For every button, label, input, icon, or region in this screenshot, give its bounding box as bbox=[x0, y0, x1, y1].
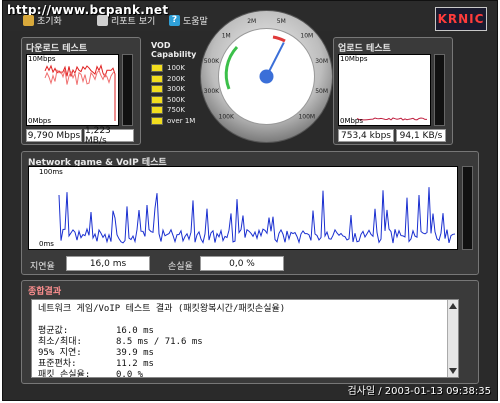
gauge-scale-label: 5M bbox=[277, 18, 286, 25]
reset-button-label: 초기화 bbox=[37, 16, 62, 27]
latency-level-bar bbox=[462, 166, 473, 250]
vod-led-icon bbox=[151, 95, 163, 104]
speed-gauge-svg: 100K 300K 500K 1M 2M 5M 10M 30M 50M 100M bbox=[200, 10, 333, 143]
download-speed-bytes: 1,223 MB/s bbox=[84, 126, 134, 146]
loss-label: 손실율 bbox=[168, 262, 193, 272]
krnic-logo-text: KRNIC bbox=[437, 12, 485, 26]
results-row-label: 95% 지연: bbox=[38, 348, 82, 358]
vod-led-icon bbox=[151, 64, 163, 73]
latency-ymax: 100ms bbox=[39, 168, 63, 176]
scroll-up-arrow-icon[interactable] bbox=[449, 303, 457, 309]
results-row-label: 평균값: bbox=[38, 326, 69, 336]
results-row: 패킷 손실율: 0.0 % bbox=[38, 370, 285, 378]
upload-line bbox=[356, 117, 427, 121]
results-row-value: 16.0 ms bbox=[116, 326, 154, 336]
download-ymax: 10Mbps bbox=[28, 55, 56, 63]
results-row-value: 39.9 ms bbox=[116, 348, 154, 358]
report-button[interactable]: 리포트 보기 bbox=[97, 13, 155, 27]
results-row-label: 패킷 손실율: bbox=[38, 370, 91, 378]
download-title: 다운로드 테스트 bbox=[26, 44, 88, 54]
vod-led-icon bbox=[151, 74, 163, 83]
gauge-scale-label: 500K bbox=[204, 58, 220, 65]
upload-speed-bytes: 94,1 KB/s bbox=[396, 129, 446, 142]
report-button-label: 리포트 보기 bbox=[111, 16, 156, 27]
vod-level-label: 500K bbox=[167, 95, 185, 104]
results-textbox[interactable]: 네트워크 게임/VoIP 테스트 결과 (패킷왕복시간/패킷손실율) 평균값: 1… bbox=[31, 299, 459, 378]
vod-led-icon bbox=[151, 85, 163, 94]
upload-ymin: 0Mbps bbox=[340, 117, 364, 125]
gauge-scale-label: 50M bbox=[315, 88, 328, 95]
download-level-bar bbox=[122, 54, 133, 126]
download-panel: 다운로드 테스트 10Mbps 0Mbps 9,790 Mbps 1,223 M… bbox=[21, 37, 141, 146]
reset-button[interactable]: 초기화 bbox=[23, 13, 62, 27]
vod-level-label: over 1M bbox=[167, 116, 196, 125]
krnic-logo: KRNIC bbox=[435, 7, 487, 31]
latency-line bbox=[58, 187, 456, 244]
gauge-scale-label: 10M bbox=[300, 33, 313, 40]
results-row-value: 11.2 ms bbox=[116, 359, 154, 369]
latency-value: 16,0 ms bbox=[66, 256, 150, 271]
upload-graph: 10Mbps 0Mbps bbox=[338, 54, 431, 126]
gauge-scale-label: 30M bbox=[315, 58, 328, 65]
results-row: 최소/최대: 8.5 ms / 71.6 ms bbox=[38, 337, 285, 348]
results-row: 표준편차: 11.2 ms bbox=[38, 359, 285, 370]
speedtest-window: http://www.bcpank.net 초기화 리포트 보기 ? 도움말 K… bbox=[2, 0, 498, 401]
netgame-panel: Network game & VoIP 테스트 100ms 0ms 지연율 16… bbox=[21, 151, 479, 275]
upload-graph-svg bbox=[356, 117, 427, 121]
latency-label: 지연율 bbox=[30, 262, 55, 272]
upload-title: 업로드 테스트 bbox=[338, 44, 391, 54]
results-scrollbar[interactable] bbox=[447, 300, 458, 377]
loss-value: 0,0 % bbox=[200, 256, 284, 271]
results-row-value: 0.0 % bbox=[116, 370, 144, 378]
results-header: 네트워크 게임/VoIP 테스트 결과 (패킷왕복시간/패킷손실율) bbox=[38, 304, 286, 314]
vod-led-icon bbox=[151, 116, 163, 125]
gauge-scale-label: 100M bbox=[298, 113, 315, 120]
gauge-scale-label: 1M bbox=[222, 33, 231, 40]
upload-level-bar bbox=[434, 54, 445, 126]
results-row: 평균값: 16.0 ms bbox=[38, 326, 285, 337]
results-row: 95% 지연: 39.9 ms bbox=[38, 348, 285, 359]
scroll-down-arrow-icon[interactable] bbox=[449, 368, 457, 374]
latency-graph-svg bbox=[58, 187, 456, 244]
upload-ymax: 10Mbps bbox=[340, 55, 368, 63]
upload-panel: 업로드 테스트 10Mbps 0Mbps 753,4 kbps 94,1 KB/… bbox=[333, 37, 453, 145]
results-row-value: 8.5 ms / 71.6 ms bbox=[116, 337, 203, 347]
gauge-hub bbox=[259, 69, 274, 84]
gauge-scale-label: 100K bbox=[219, 113, 235, 120]
results-title: 종합결과 bbox=[28, 287, 62, 297]
upload-speed-bits: 753,4 kbps bbox=[338, 129, 394, 142]
vod-level-label: 100K bbox=[167, 64, 185, 73]
reset-icon bbox=[23, 14, 34, 26]
report-icon bbox=[97, 14, 108, 26]
latency-ymin: 0ms bbox=[39, 240, 54, 248]
vod-level-label: 300K bbox=[167, 85, 185, 94]
vod-level-label: 200K bbox=[167, 74, 185, 83]
gauge-scale-label: 300K bbox=[204, 88, 220, 95]
latency-graph: 100ms 0ms bbox=[28, 166, 458, 250]
results-row-label: 최소/최대: bbox=[38, 337, 82, 347]
vod-led-icon bbox=[151, 106, 163, 115]
download-ymin: 0Mbps bbox=[28, 117, 52, 125]
help-icon: ? bbox=[169, 14, 180, 26]
download-graph: 10Mbps 0Mbps bbox=[26, 54, 119, 126]
download-speed-bits: 9,790 Mbps bbox=[26, 129, 82, 142]
download-graph-svg bbox=[44, 64, 116, 121]
gauge-scale-label: 2M bbox=[247, 18, 256, 25]
timestamp: 검사일 / 2003-01-13 09:38:35 bbox=[347, 386, 491, 397]
results-row-label: 표준편차: bbox=[38, 359, 77, 369]
speed-gauge: 100K 300K 500K 1M 2M 5M 10M 30M 50M 100M bbox=[199, 9, 334, 144]
vod-level-label: 750K bbox=[167, 106, 185, 115]
results-text: 네트워크 게임/VoIP 테스트 결과 (패킷왕복시간/패킷손실율) 평균값: 1… bbox=[38, 304, 286, 378]
download-line-secondary bbox=[44, 68, 116, 85]
